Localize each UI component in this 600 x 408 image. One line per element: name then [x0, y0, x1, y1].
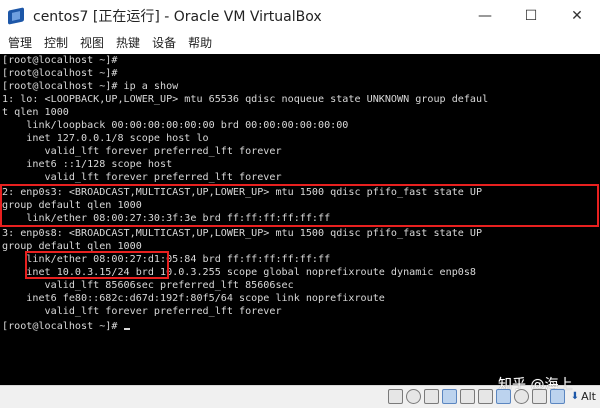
terminal-line: valid_lft forever preferred_lft forever: [2, 146, 282, 157]
maximize-button[interactable]: ☐: [508, 0, 554, 32]
window-title: centos7 [正在运行] - Oracle VM VirtualBox: [33, 9, 322, 25]
menu-devices[interactable]: 设备: [146, 32, 182, 54]
menu-control[interactable]: 控制: [38, 32, 74, 54]
menu-hotkey[interactable]: 热键: [110, 32, 146, 54]
terminal-line: 1: lo: <LOOPBACK,UP,LOWER_UP> mtu 65536 …: [2, 94, 489, 105]
terminal-line: [root@localhost ~]#: [2, 68, 118, 79]
terminal-line: inet 127.0.0.1/8 scope host lo: [2, 133, 209, 144]
host-key-label: Alt: [581, 390, 596, 403]
terminal-line: [root@localhost ~]#: [2, 55, 118, 66]
terminal-line: valid_lft forever preferred_lft forever: [2, 306, 282, 317]
highlight-box-enp0s8-inet: [25, 251, 169, 279]
cpu-icon[interactable]: [531, 389, 547, 404]
terminal-line: inet6 ::1/128 scope host: [2, 159, 173, 170]
audio-icon[interactable]: [423, 389, 439, 404]
close-button[interactable]: ✕: [554, 0, 600, 32]
status-bar: 知乎 @海上 ⬇ Alt: [0, 377, 600, 408]
status-tray: ⬇ Alt: [387, 389, 596, 404]
usb-icon[interactable]: [459, 389, 475, 404]
shared-folder-icon[interactable]: [477, 389, 493, 404]
host-key-indicator[interactable]: ⬇ Alt: [571, 390, 596, 403]
terminal-line: t qlen 1000: [2, 107, 69, 118]
host-key-arrow-icon: ⬇: [570, 391, 580, 402]
menu-manage[interactable]: 管理: [0, 32, 38, 54]
menu-view[interactable]: 视图: [74, 32, 110, 54]
window-controls: — ☐ ✕: [462, 0, 600, 32]
terminal-line: link/loopback 00:00:00:00:00:00 brd 00:0…: [2, 120, 349, 131]
terminal-line: 3: enp0s8: <BROADCAST,MULTICAST,UP,LOWER…: [2, 228, 483, 239]
virtualbox-icon: [7, 7, 27, 25]
display-icon[interactable]: [495, 389, 511, 404]
hard-disk-icon[interactable]: [387, 389, 403, 404]
menu-help[interactable]: 帮助: [182, 32, 218, 54]
terminal-line: inet6 fe80::682c:d67d:192f:80f5/64 scope…: [2, 293, 385, 304]
network-icon[interactable]: [441, 389, 457, 404]
optical-drive-icon[interactable]: [405, 389, 421, 404]
menu-bar: 管理 控制 视图 热键 设备 帮助: [0, 32, 600, 54]
window-titlebar[interactable]: centos7 [正在运行] - Oracle VM VirtualBox — …: [0, 0, 600, 32]
terminal-line: valid_lft forever preferred_lft forever: [2, 172, 282, 183]
mouse-integration-icon[interactable]: [549, 389, 565, 404]
minimize-button[interactable]: —: [462, 0, 508, 32]
terminal-cursor: [123, 328, 130, 330]
video-capture-icon[interactable]: [513, 389, 529, 404]
terminal-line: valid_lft 85606sec preferred_lft 85606se…: [2, 280, 294, 291]
terminal-line: [root@localhost ~]# ip a show: [2, 81, 179, 92]
terminal-prompt: [root@localhost ~]#: [2, 320, 130, 333]
highlight-box-enp0s3: [0, 184, 599, 227]
vm-console[interactable]: [root@localhost ~]# [root@localhost ~]# …: [0, 54, 600, 385]
